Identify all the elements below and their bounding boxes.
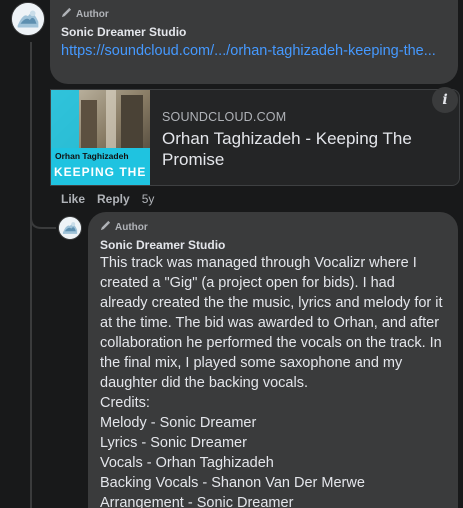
reply-connector bbox=[30, 200, 56, 229]
pencil-icon bbox=[100, 220, 111, 234]
preview-thumbnail: Orhan Taghizadeh KEEPING THE bbox=[51, 90, 150, 185]
preview-title[interactable]: Orhan Taghizadeh - Keeping The Promise bbox=[162, 128, 432, 170]
pencil-icon bbox=[61, 7, 72, 21]
commenter-name[interactable]: Sonic Dreamer Studio bbox=[61, 24, 447, 40]
credit-line: Backing Vocals - Shanon Van Der Merwe bbox=[100, 475, 365, 491]
link-preview-card[interactable]: Orhan Taghizadeh KEEPING THE SOUNDCLOUD.… bbox=[50, 89, 460, 186]
author-badge-label: Author bbox=[76, 8, 109, 20]
reply-commenter-name[interactable]: Sonic Dreamer Studio bbox=[100, 237, 446, 253]
thread-line bbox=[30, 42, 32, 508]
reply-author-badge: Author bbox=[100, 220, 446, 234]
author-badge-label: Author bbox=[115, 221, 148, 233]
reply-button[interactable]: Reply bbox=[97, 192, 130, 206]
thumb-artist-text: Orhan Taghizadeh bbox=[55, 151, 129, 161]
info-button[interactable]: i bbox=[432, 87, 458, 113]
soundcloud-link[interactable]: https://soundcloud.com/.../orhan-taghiza… bbox=[61, 41, 441, 62]
credit-line: Arrangement - Sonic Dreamer bbox=[100, 495, 294, 508]
credit-line: Vocals - Orhan Taghizadeh bbox=[100, 455, 274, 471]
timestamp[interactable]: 5y bbox=[142, 192, 155, 206]
preview-domain: SOUNDCLOUD.COM bbox=[162, 110, 287, 124]
comment-bubble: Author Sonic Dreamer Studio https://soun… bbox=[50, 0, 458, 84]
credit-line: Melody - Sonic Dreamer bbox=[100, 415, 257, 431]
reply-avatar[interactable] bbox=[58, 216, 82, 240]
like-button[interactable]: Like bbox=[61, 192, 85, 206]
reply-body: This track was managed through Vocalizr … bbox=[100, 255, 443, 391]
author-badge: Author bbox=[61, 7, 447, 21]
avatar[interactable] bbox=[11, 2, 45, 36]
comment-actions: Like Reply 5y bbox=[61, 192, 154, 206]
credits-heading: Credits: bbox=[100, 395, 150, 411]
credit-line: Lyrics - Sonic Dreamer bbox=[100, 435, 247, 451]
reply-bubble: Author Sonic Dreamer Studio This track w… bbox=[88, 212, 458, 508]
thumb-title-text: KEEPING THE bbox=[54, 165, 147, 179]
